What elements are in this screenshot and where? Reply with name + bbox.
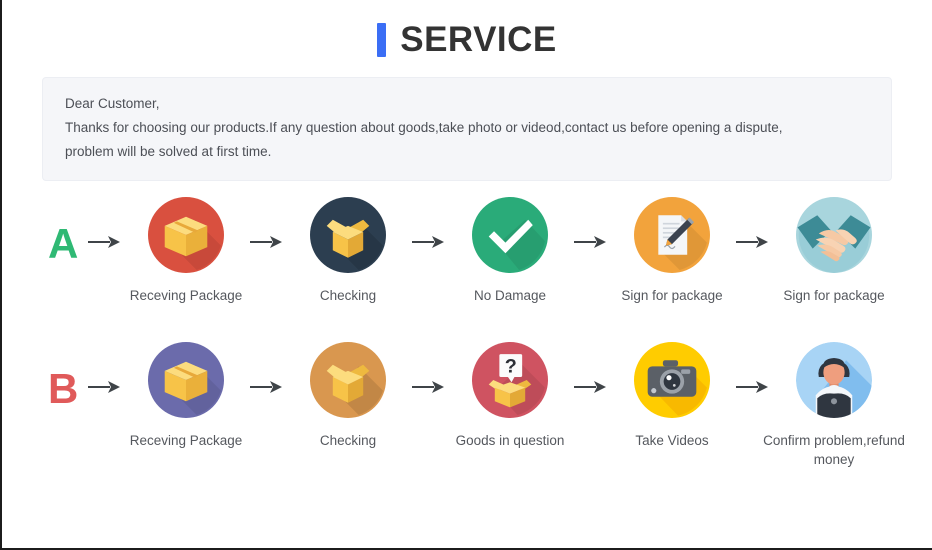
arrow-right-icon: [82, 380, 128, 394]
document-pen-icon: [634, 197, 710, 273]
arrow-right-icon: [82, 235, 128, 249]
title-accent-bar: [377, 22, 387, 57]
process-flows: A Receving Package Checking No Damage Si…: [2, 197, 932, 469]
customer-notice-box: Dear Customer, Thanks for choosing our p…: [42, 77, 892, 181]
step-label: Receving Package: [129, 288, 243, 303]
step-label: Sign for package: [783, 288, 885, 303]
step-label: Confirm problem,refund money: [763, 433, 905, 467]
row-letter-b: B: [48, 365, 79, 412]
question-box-icon: ?: [472, 342, 548, 418]
arrow-right-icon: [406, 235, 452, 249]
question-mark-glyph: ?: [505, 355, 517, 377]
step-b-goods-in-question[interactable]: ? Goods in question: [452, 342, 568, 450]
step-label: Receving Package: [129, 433, 243, 448]
step-label: Take Videos: [635, 433, 709, 448]
notice-line-3: problem will be solved at first time.: [65, 144, 272, 159]
arrow-right-icon: [730, 235, 776, 249]
step-label: Goods in question: [455, 433, 565, 448]
arrow-right-icon: [568, 235, 614, 249]
camera-icon: [634, 342, 710, 418]
arrow-right-icon: [244, 235, 290, 249]
step-a-receving-package[interactable]: Receving Package: [128, 197, 244, 305]
row-letter-a: A: [48, 220, 79, 267]
flow-row-b: B Receving Package Checking ? Goods in q…: [2, 342, 932, 469]
notice-line-1: Dear Customer,: [65, 96, 160, 111]
step-label: Sign for package: [621, 288, 723, 303]
arrow-right-icon: [568, 380, 614, 394]
step-b-take-videos[interactable]: Take Videos: [614, 342, 730, 450]
step-a-no-damage[interactable]: No Damage: [452, 197, 568, 305]
service-page: SERVICE Dear Customer, Thanks for choosi…: [0, 0, 932, 550]
step-b-checking[interactable]: Checking: [290, 342, 406, 450]
page-title: SERVICE: [2, 0, 932, 57]
closed-box-icon: [148, 197, 224, 273]
check-mark-icon: [472, 197, 548, 273]
step-label: Checking: [319, 433, 377, 448]
closed-box-icon: [148, 342, 224, 418]
handshake-icon: [796, 197, 872, 273]
arrow-right-icon: [730, 380, 776, 394]
person-avatar-icon: [796, 342, 872, 418]
arrow-right-icon: [406, 380, 452, 394]
step-a-sign-for-package-2[interactable]: Sign for package: [776, 197, 892, 305]
step-label: No Damage: [473, 288, 547, 303]
step-b-receving-package[interactable]: Receving Package: [128, 342, 244, 450]
open-box-icon: [310, 197, 386, 273]
step-b-confirm-problem-refund-money[interactable]: Confirm problem,refund money: [763, 342, 905, 469]
step-label: Checking: [319, 288, 377, 303]
step-a-checking[interactable]: Checking: [290, 197, 406, 305]
open-box-icon: [310, 342, 386, 418]
page-title-text: SERVICE: [400, 20, 557, 59]
step-a-sign-for-package[interactable]: Sign for package: [614, 197, 730, 305]
notice-line-2: Thanks for choosing our products.If any …: [65, 120, 783, 135]
arrow-right-icon: [244, 380, 290, 394]
flow-row-a: A Receving Package Checking No Damage Si…: [2, 197, 932, 305]
